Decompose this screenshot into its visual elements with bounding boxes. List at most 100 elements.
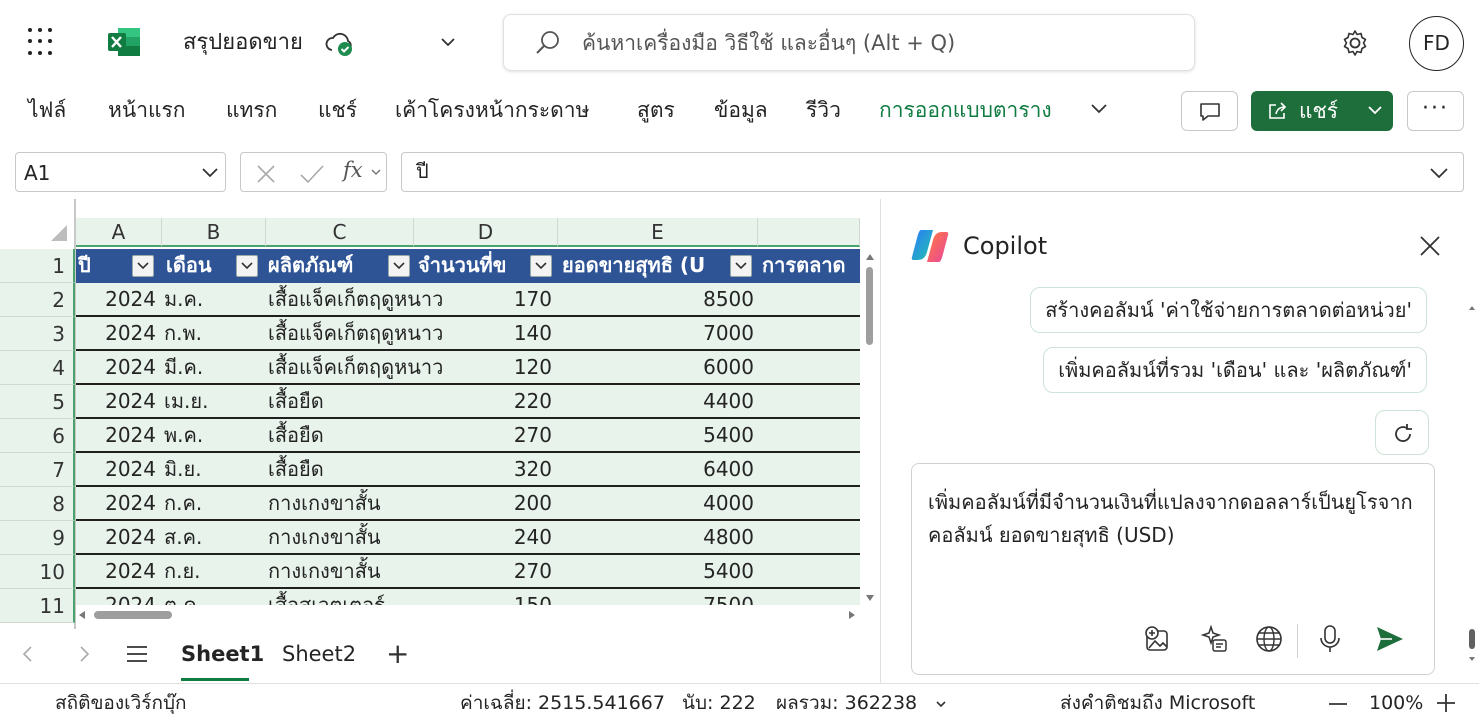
- cell-quantity[interactable]: 240: [478, 521, 552, 555]
- row-header[interactable]: 6: [0, 419, 75, 453]
- column-header-c[interactable]: C: [266, 218, 414, 247]
- add-sheet-icon[interactable]: +: [386, 640, 409, 668]
- tab-page-layout[interactable]: เค้าโครงหน้ากระดาษ: [395, 94, 589, 126]
- close-icon[interactable]: [1419, 235, 1441, 257]
- copilot-prompt-input[interactable]: เพิ่มคอลัมน์ที่มีจำนวนเงินที่แปลงจากดอลล…: [911, 463, 1435, 675]
- search-box[interactable]: ค้นหาเครื่องมือ วิธีใช้ และอื่นๆ (Alt + …: [503, 14, 1195, 71]
- zoom-in-icon[interactable]: [1436, 693, 1456, 713]
- table-header-cell[interactable]: จำนวนที่ข: [418, 249, 526, 283]
- cell-quantity[interactable]: 170: [478, 283, 552, 317]
- column-header-d[interactable]: D: [414, 218, 558, 247]
- cell-year[interactable]: 2024: [76, 317, 156, 351]
- cell-month[interactable]: พ.ค.: [164, 419, 264, 453]
- tab-home[interactable]: หน้าแรก: [108, 94, 186, 126]
- cell-month[interactable]: ม.ค.: [164, 283, 264, 317]
- more-options-button[interactable]: ···: [1407, 91, 1464, 131]
- column-header-e[interactable]: E: [558, 218, 758, 247]
- cell-quantity[interactable]: 200: [478, 487, 552, 521]
- table-header-cell[interactable]: ปี: [78, 249, 128, 283]
- insert-function-button[interactable]: fx: [343, 158, 363, 182]
- share-button[interactable]: แชร์: [1251, 91, 1393, 131]
- row-header[interactable]: 7: [0, 453, 75, 487]
- zoom-level[interactable]: 100%: [1369, 689, 1423, 717]
- row-header[interactable]: 10: [0, 555, 75, 589]
- cell-quantity[interactable]: 270: [478, 419, 552, 453]
- cell-net-sales[interactable]: 5400: [636, 419, 754, 453]
- scroll-up-icon[interactable]: [865, 253, 875, 261]
- tab-review[interactable]: รีวิว: [806, 94, 841, 126]
- tab-formulas[interactable]: สูตร: [637, 94, 675, 126]
- cell-quantity[interactable]: 140: [478, 317, 552, 351]
- cell-month[interactable]: เม.ย.: [164, 385, 264, 419]
- cell-year[interactable]: 2024: [76, 453, 156, 487]
- row-header[interactable]: 1: [0, 249, 75, 283]
- scroll-down-icon[interactable]: [1468, 656, 1476, 662]
- cell-net-sales[interactable]: 4000: [636, 487, 754, 521]
- row-header[interactable]: 11: [0, 589, 75, 623]
- cell-year[interactable]: 2024: [76, 419, 156, 453]
- cell-product[interactable]: เสื้อยืด: [268, 385, 478, 419]
- scroll-up-icon[interactable]: [1468, 305, 1476, 311]
- row-header[interactable]: 3: [0, 317, 75, 351]
- zoom-out-icon[interactable]: [1328, 702, 1348, 706]
- tab-data[interactable]: ข้อมูล: [714, 94, 768, 126]
- column-header-a[interactable]: A: [76, 218, 162, 247]
- cell-net-sales[interactable]: 6400: [636, 453, 754, 487]
- expand-formula-bar-icon[interactable]: [1429, 166, 1449, 180]
- cell-quantity[interactable]: 320: [478, 453, 552, 487]
- table-row[interactable]: 2024 มิ.ย. เสื้อยืด 320 6400: [76, 453, 860, 487]
- gear-icon[interactable]: [1340, 28, 1370, 58]
- cell-product[interactable]: เสื้อแจ็คเก็ตฤดูหนาว: [268, 351, 478, 385]
- cancel-icon[interactable]: [255, 163, 277, 185]
- avatar[interactable]: FD: [1409, 16, 1464, 71]
- cell-month[interactable]: ก.ย.: [164, 555, 264, 589]
- row-header[interactable]: 5: [0, 385, 75, 419]
- cell-product[interactable]: กางเกงขาสั้น: [268, 521, 478, 555]
- sheet-tab-sheet1[interactable]: Sheet1: [181, 638, 264, 670]
- table-row[interactable]: 2024 พ.ค. เสื้อยืด 270 5400: [76, 419, 860, 453]
- vertical-scroll-thumb[interactable]: [866, 267, 873, 345]
- table-row[interactable]: 2024 ม.ค. เสื้อแจ็คเก็ตฤดูหนาว 170 8500: [76, 283, 860, 317]
- filter-dropdown-button[interactable]: [530, 255, 552, 277]
- cell-year[interactable]: 2024: [76, 487, 156, 521]
- table-row[interactable]: 2024 ก.ย. กางเกงขาสั้น 270 5400: [76, 555, 860, 589]
- microphone-icon[interactable]: [1317, 624, 1343, 654]
- scroll-right-icon[interactable]: [848, 610, 856, 620]
- enter-check-icon[interactable]: [299, 163, 325, 185]
- row-header[interactable]: 2: [0, 283, 75, 317]
- table-row[interactable]: 2024 ก.พ. เสื้อแจ็คเก็ตฤดูหนาว 140 7000: [76, 317, 860, 351]
- formula-input[interactable]: ปี: [401, 152, 1464, 192]
- tab-table-design[interactable]: การออกแบบตาราง: [879, 94, 1052, 126]
- cell-year[interactable]: 2024: [76, 555, 156, 589]
- cell-net-sales[interactable]: 5400: [636, 555, 754, 589]
- cell-net-sales[interactable]: 4400: [636, 385, 754, 419]
- suggestion-chip[interactable]: สร้างคอลัมน์ 'ค่าใช้จ่ายการตลาดต่อหน่วย': [1030, 287, 1427, 333]
- chevron-down-icon[interactable]: [935, 700, 947, 708]
- scroll-left-icon[interactable]: [78, 610, 86, 620]
- cell-product[interactable]: เสื้อยืด: [268, 453, 478, 487]
- prompt-text[interactable]: เพิ่มคอลัมน์ที่มีจำนวนเงินที่แปลงจากดอลล…: [928, 486, 1418, 552]
- cell-net-sales[interactable]: 8500: [636, 283, 754, 317]
- next-sheet-icon[interactable]: [76, 644, 92, 664]
- copilot-scroll-thumb[interactable]: [1469, 629, 1475, 649]
- cell-product[interactable]: เสื้อแจ็คเก็ตฤดูหนาว: [268, 317, 478, 351]
- horizontal-scroll-thumb[interactable]: [94, 611, 172, 619]
- cell-product[interactable]: กางเกงขาสั้น: [268, 487, 478, 521]
- scroll-down-icon[interactable]: [865, 594, 875, 602]
- filter-dropdown-button[interactable]: [132, 255, 154, 277]
- select-all-corner[interactable]: [0, 199, 75, 247]
- table-row[interactable]: 2024 ก.ค. กางเกงขาสั้น 200 4000: [76, 487, 860, 521]
- row-header[interactable]: 8: [0, 487, 75, 521]
- feedback-link[interactable]: ส่งคำติชมถึง Microsoft: [1060, 689, 1255, 717]
- table-row[interactable]: 2024 ส.ค. กางเกงขาสั้น 240 4800: [76, 521, 860, 555]
- tab-insert[interactable]: แทรก: [226, 94, 277, 126]
- document-title[interactable]: สรุปยอดขาย: [183, 28, 303, 58]
- cell-month[interactable]: ก.พ.: [164, 317, 264, 351]
- cell-net-sales[interactable]: 7000: [636, 317, 754, 351]
- cell-year[interactable]: 2024: [76, 283, 156, 317]
- spreadsheet-grid[interactable]: A B C D E 1 2 3 4 5 6 7 8 9 10 11 ปี เดื…: [0, 199, 880, 629]
- horizontal-scrollbar[interactable]: [76, 605, 860, 623]
- previous-sheet-icon[interactable]: [20, 644, 36, 664]
- table-header-cell[interactable]: ผลิตภัณฑ์: [268, 249, 384, 283]
- more-tabs-chevron-icon[interactable]: [1088, 100, 1110, 118]
